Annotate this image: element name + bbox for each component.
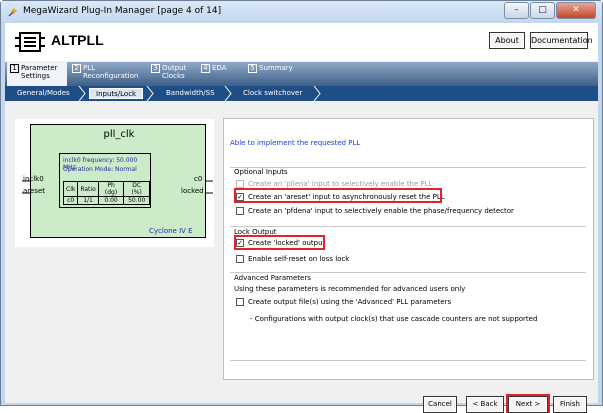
output-files-label: Create output file(s) using the 'Advance… — [248, 298, 452, 306]
advanced-note: Using these parameters is recommended fo… — [234, 285, 466, 293]
wizard-app-icon — [8, 7, 18, 17]
areset-highlight — [234, 188, 442, 203]
group-title: Optional Inputs — [234, 168, 288, 176]
pfdena-label: Create an 'pfdena' input to selectively … — [248, 207, 514, 215]
tab-summary[interactable]: 5 Summary — [245, 62, 305, 86]
locked-highlight — [234, 235, 325, 250]
finish-button[interactable]: Finish — [553, 396, 587, 413]
next-button[interactable]: Next > — [506, 394, 550, 413]
cascade-note: - Configurations with output clock(s) th… — [250, 315, 538, 323]
close-button[interactable]: ✕ — [556, 2, 596, 19]
pfdena-checkbox[interactable] — [236, 207, 244, 215]
output-files-option[interactable]: Create output file(s) using the 'Advance… — [236, 297, 451, 307]
advanced-parameters-group: Advanced Parameters Using these paramete… — [230, 272, 586, 323]
group-title: Advanced Parameters — [234, 274, 311, 282]
tab-pll-reconfiguration[interactable]: 2 PLL Reconfiguration — [69, 62, 147, 86]
title-bar[interactable]: MegaWizard Plug-In Manager [page 4 of 14… — [1, 1, 602, 23]
documentation-button[interactable]: Documentation — [530, 32, 593, 49]
subtab-clock-switchover[interactable]: Clock switchover — [243, 88, 302, 99]
tab-eda[interactable]: 4 EDA — [198, 62, 242, 86]
self-reset-checkbox[interactable] — [236, 255, 244, 263]
output-files-checkbox[interactable] — [236, 298, 244, 306]
subtab-inputs-lock[interactable]: Inputs/Lock — [89, 88, 144, 99]
self-reset-option[interactable]: Enable self-reset on loss lock — [236, 254, 349, 264]
back-button[interactable]: < Back — [466, 396, 504, 413]
settings-panel: Able to implement the requested PLL Opti… — [223, 118, 594, 380]
subtab-separator-icon — [78, 86, 86, 101]
pllena-checkbox[interactable] — [236, 180, 244, 188]
page-title: ALTPLL — [51, 32, 104, 48]
subtab-separator-icon — [224, 86, 232, 101]
tab-parameter-settings[interactable]: 1 Parameter Settings — [7, 62, 67, 86]
subtab-bandwidth-ss[interactable]: Bandwidth/SS — [166, 88, 215, 99]
self-reset-label: Enable self-reset on loss lock — [248, 255, 350, 263]
cancel-button[interactable]: Cancel — [423, 396, 457, 413]
maximize-button[interactable]: □ — [530, 2, 555, 19]
status-message: Able to implement the requested PLL — [230, 139, 361, 147]
subtab-separator-icon — [146, 86, 154, 101]
window-title: MegaWizard Plug-In Manager [page 4 of 14… — [23, 6, 222, 16]
subtab-general-modes[interactable]: General/Modes — [17, 88, 70, 99]
wizard-header: ALTPLL About Documentation — [5, 23, 598, 61]
pin-lines — [22, 180, 213, 194]
wizard-window: MegaWizard Plug-In Manager [page 4 of 14… — [0, 0, 603, 413]
tab-output-clocks[interactable]: 3 Output Clocks — [148, 62, 196, 86]
altpll-block-icon — [15, 32, 45, 52]
lock-output-group: Lock Output ✓ Create 'locked' output Ena… — [230, 226, 586, 263]
pfdena-option[interactable]: Create an 'pfdena' input to selectively … — [236, 206, 514, 216]
step-tabs: 1 Parameter Settings 2 PLL Reconfigurati… — [5, 62, 598, 86]
divider — [230, 360, 586, 361]
minimize-button[interactable]: – — [504, 2, 529, 19]
optional-inputs-group: Optional Inputs Create an 'pllena' input… — [230, 167, 586, 215]
sub-tabs: General/Modes Inputs/Lock Bandwidth/SS C… — [5, 86, 598, 101]
wizard-client-area: ALTPLL About Documentation 1 Parameter S… — [5, 23, 598, 413]
pllena-label: Create an 'pllena' input to selectively … — [248, 180, 433, 188]
subtab-separator-icon — [313, 86, 321, 101]
about-button[interactable]: About — [489, 32, 525, 49]
